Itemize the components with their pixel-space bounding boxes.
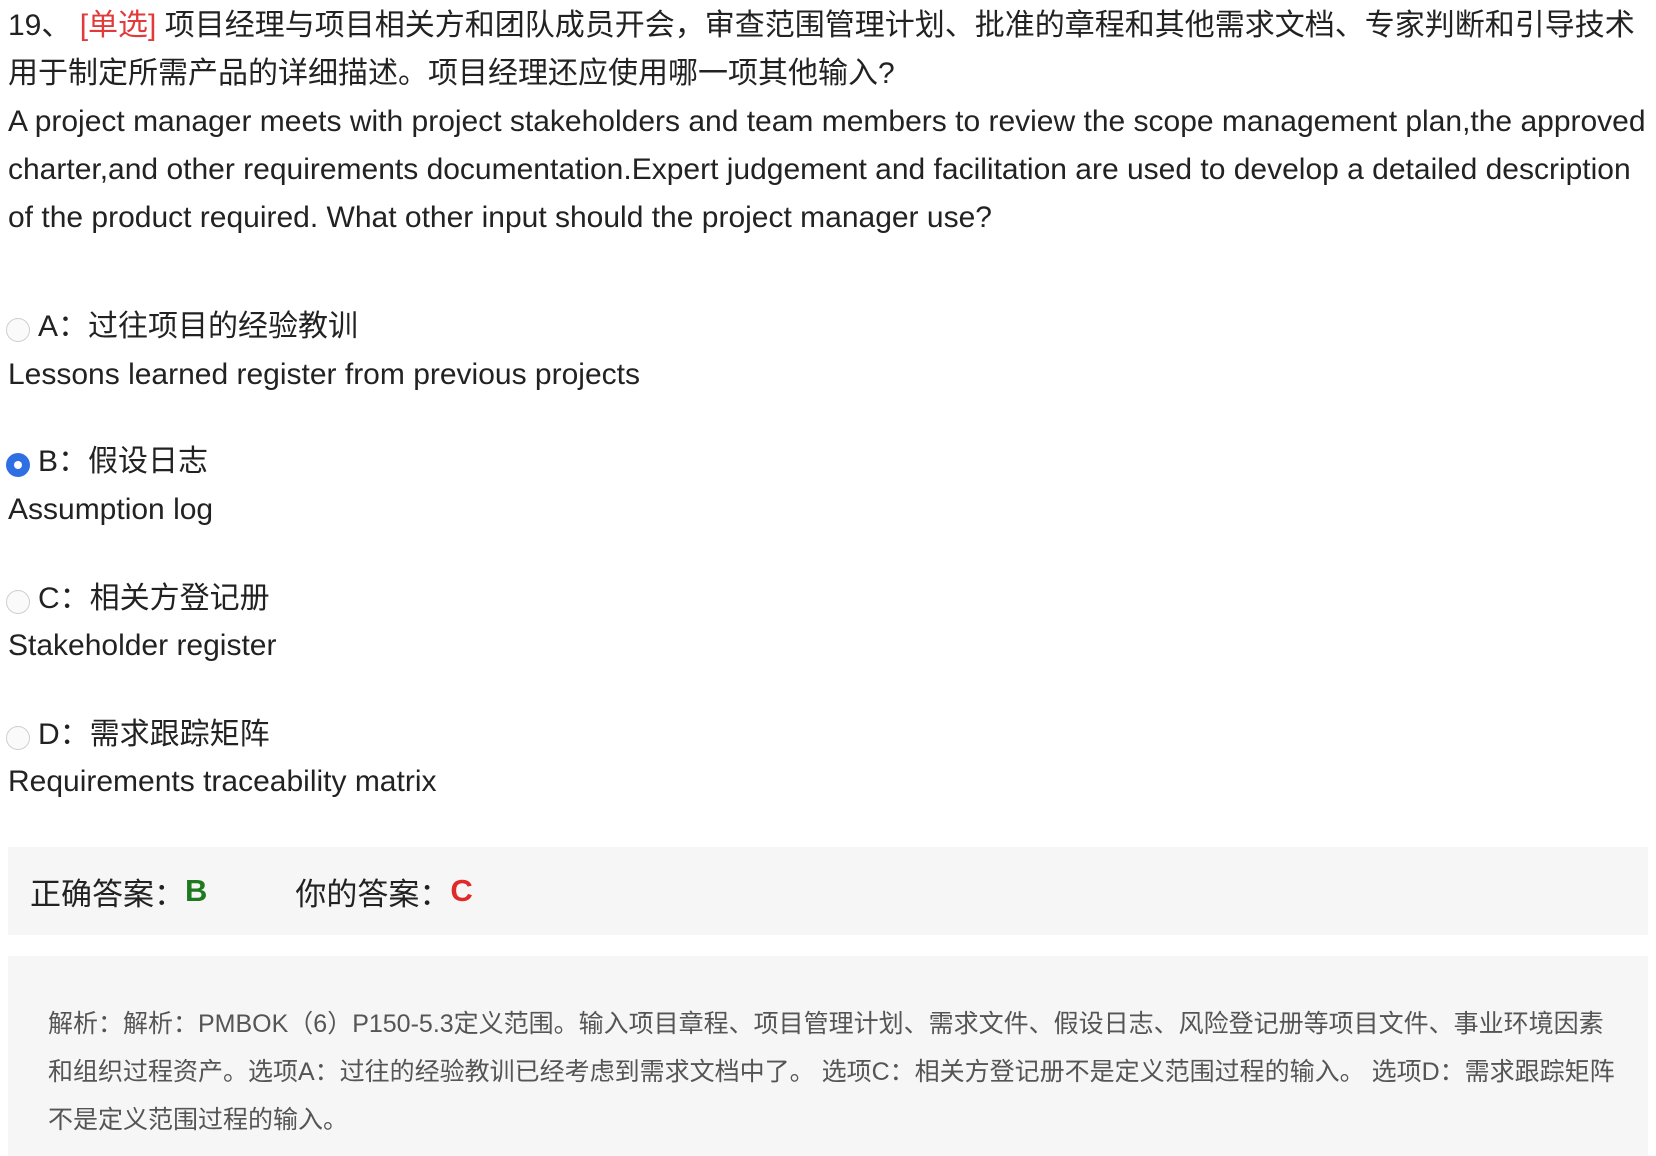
option-d[interactable]: D：需求跟踪矩阵: [6, 715, 270, 755]
option-a-text: Lessons learned register from previous p…: [8, 358, 640, 391]
option-c-text: Stakeholder register: [8, 629, 277, 662]
explanation-text: 解析：解析：PMBOK（6）P150-5.3定义范围。输入项目章程、项目管理计划…: [48, 1010, 1615, 1134]
question: 19、 [单选] 项目经理与项目相关方和团队成员开会，审查范围管理计划、批准的章…: [8, 2, 1648, 242]
correct-answer-label: 正确答案：: [30, 876, 185, 912]
question-number: 19、: [8, 9, 72, 42]
question-text-en: A project manager meets with project sta…: [8, 105, 1646, 234]
your-answer-label: 你的答案：: [295, 876, 451, 912]
option-b[interactable]: B：假设日志: [6, 442, 208, 482]
explanation-box: 解析：解析：PMBOK（6）P150-5.3定义范围。输入项目章程、项目管理计划…: [8, 956, 1648, 1156]
option-b-text: Assumption log: [8, 493, 214, 526]
option-c-label: C：相关方登记册: [38, 582, 270, 615]
correct-answer-value: B: [185, 873, 208, 908]
radio-c[interactable]: [6, 590, 30, 614]
option-d-label: D：需求跟踪矩阵: [38, 718, 270, 751]
your-answer-value: C: [450, 873, 473, 908]
radio-d[interactable]: [6, 726, 30, 750]
option-a-label: A：过往项目的经验教训: [38, 310, 359, 343]
answer-box: 正确答案： B 你的答案： C: [8, 847, 1648, 935]
option-a[interactable]: A：过往项目的经验教训: [6, 307, 358, 347]
option-b-label: B：假设日志: [38, 445, 209, 478]
question-text-zh: 项目经理与项目相关方和团队成员开会，审查范围管理计划、批准的章程和其他需求文档、…: [8, 9, 1635, 90]
option-d-text: Requirements traceability matrix: [8, 765, 437, 798]
radio-b-selected[interactable]: [6, 453, 30, 477]
radio-a[interactable]: [6, 318, 30, 342]
question-type-tag: [单选]: [79, 9, 157, 42]
option-c[interactable]: C：相关方登记册: [6, 579, 270, 619]
